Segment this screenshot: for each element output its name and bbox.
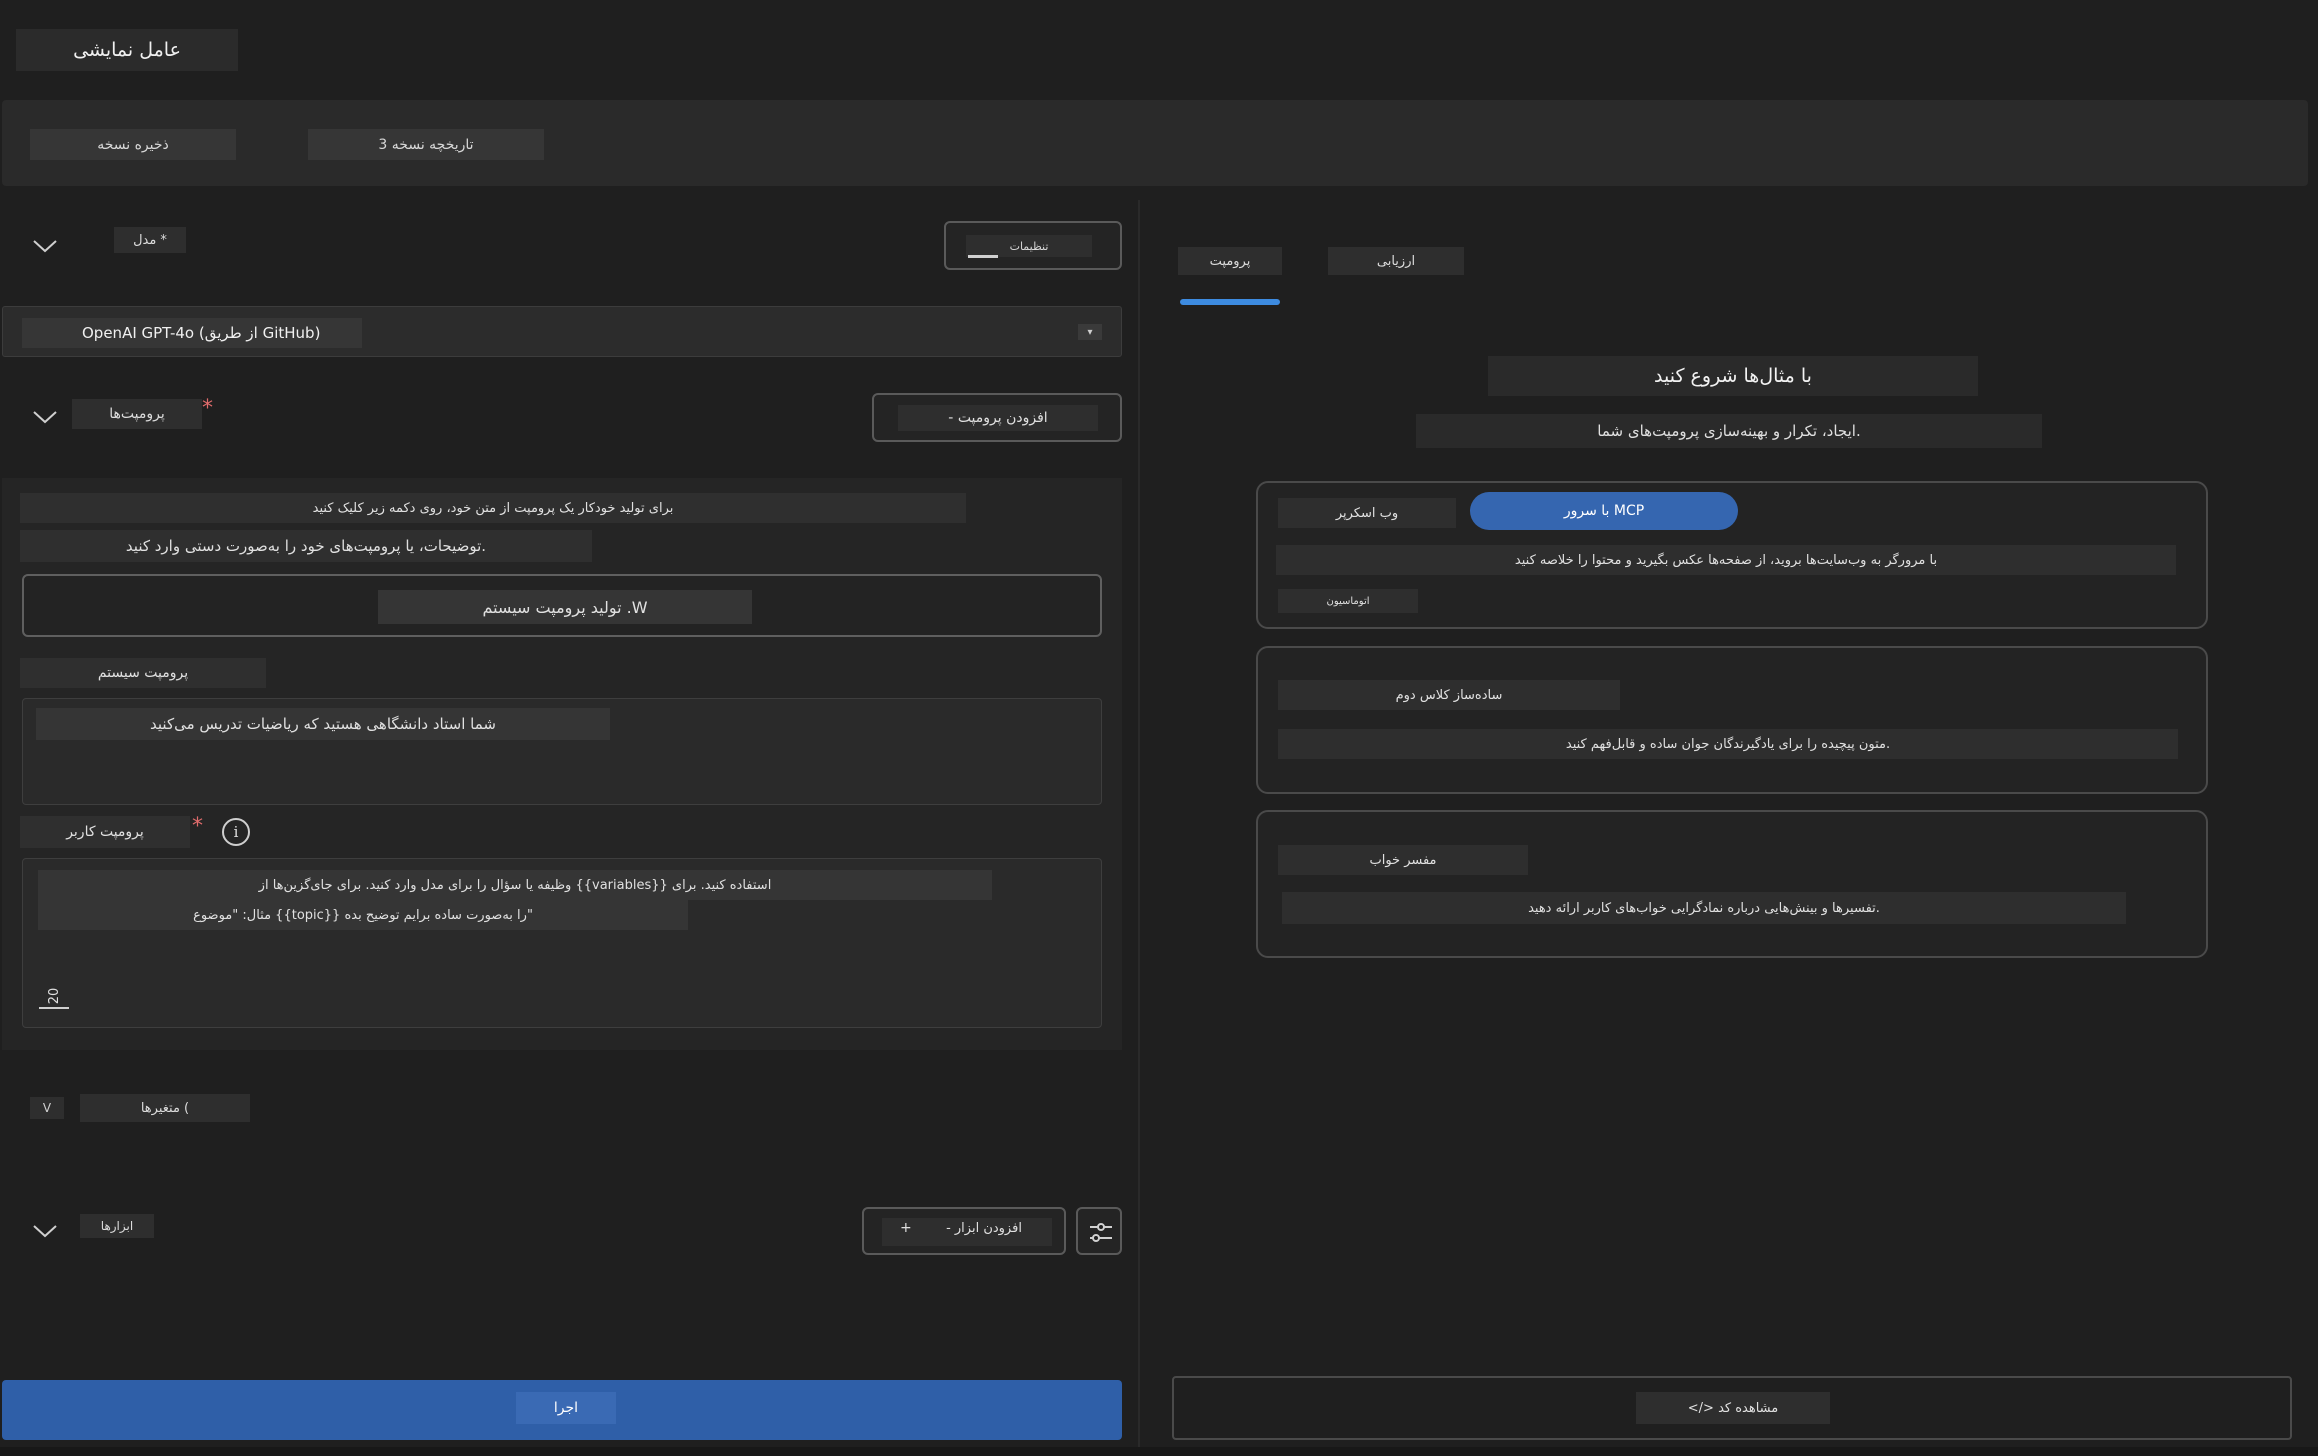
user-prompt-placeholder-line1: وظیفه یا سؤال را برای مدل وارد کنید. برا…: [38, 870, 992, 900]
prompts-collapse-chevron-icon[interactable]: [30, 402, 60, 432]
example-card-simplifier[interactable]: [1256, 646, 2208, 794]
variables-label: متغیرها (: [80, 1094, 250, 1122]
column-divider: [1138, 200, 1140, 1450]
examples-subheading: ایجاد، تکرار و بهینه‌سازی پرومپت‌های شما…: [1416, 414, 2042, 448]
examples-heading: با مثال‌ها شروع کنید: [1488, 356, 1978, 396]
add-prompt-button[interactable]: - افزودن پرومپت: [872, 393, 1122, 442]
tab-evaluation[interactable]: ارزیابی: [1328, 247, 1464, 275]
system-prompt-label: پرومپت سیستم: [20, 658, 266, 688]
sliders-icon: [968, 255, 998, 258]
info-icon[interactable]: i: [222, 818, 250, 846]
plus-icon: +: [900, 1220, 912, 1236]
view-code-label: </> مشاهده کد: [1636, 1392, 1830, 1424]
user-prompt-label: پرومپت کاربر: [20, 816, 190, 848]
card-title: وب اسکرپر: [1278, 498, 1456, 528]
add-tool-label: - افزودن ابزار: [946, 1221, 1022, 1236]
settings-label: تنظیمات: [966, 235, 1092, 257]
status-strip: [0, 1447, 2318, 1456]
model-collapse-chevron-icon[interactable]: [30, 231, 60, 261]
add-tool-button[interactable]: + - افزودن ابزار: [862, 1207, 1066, 1255]
system-prompt-value: شما استاد دانشگاهی هستید که ریاضیات تدری…: [36, 708, 610, 740]
example-card-dream-interpreter[interactable]: [1256, 810, 2208, 958]
token-counter: 20: [39, 985, 69, 1009]
settings-button[interactable]: تنظیمات: [944, 221, 1122, 270]
prompts-required-mark: *: [202, 396, 213, 421]
model-label: مدل *: [114, 227, 186, 253]
tools-collapse-chevron-icon[interactable]: [30, 1216, 60, 1246]
tools-label: ابزارها: [80, 1214, 154, 1238]
mcp-server-badge: با سرور MCP: [1470, 492, 1738, 530]
user-prompt-required-mark: *: [192, 814, 203, 839]
manual-entry-hint: توضیحات، یا پرومپت‌های خود را به‌صورت دس…: [20, 530, 592, 562]
run-button-label: اجرا: [516, 1392, 616, 1424]
version-history-button[interactable]: 3 تاریخچه نسخه: [308, 129, 544, 160]
model-selected-value: OpenAI GPT-4o (از طریق GitHub): [22, 318, 362, 348]
card-title: مفسر خواب: [1278, 845, 1528, 875]
card-description: متون پیچیده را برای یادگیرندگان جوان ساد…: [1278, 729, 2178, 759]
sliders-icon: [1090, 1223, 1112, 1242]
active-tab-indicator: [1180, 299, 1280, 305]
tool-settings-button[interactable]: [1076, 1207, 1122, 1255]
card-description: با مرورگر به وب‌سایت‌ها بروید، از صفحه‌ه…: [1276, 545, 2176, 575]
app-title: عامل نمایشی: [16, 29, 238, 71]
card-tag: اتوماسیون: [1278, 589, 1418, 613]
user-prompt-placeholder-line2: مثال: "موضوع {{topic}} را به‌صورت ساده ب…: [38, 900, 688, 930]
variables-toggle[interactable]: V: [30, 1097, 64, 1119]
save-version-button[interactable]: ذخیره نسخه: [30, 129, 236, 160]
auto-generate-hint: برای تولید خودکار یک پرومپت از متن خود، …: [20, 493, 966, 523]
card-description: تفسیرها و بینش‌هایی درباره نمادگرایی خوا…: [1282, 892, 2126, 924]
tab-prompt[interactable]: پرومپت: [1178, 247, 1282, 275]
prompts-label: پرومپت‌ها: [72, 399, 202, 429]
card-title: ساده‌ساز کلاس دوم: [1278, 680, 1620, 710]
generate-system-prompt-label: تولید پرومپت سیستم .W: [378, 590, 752, 624]
add-prompt-label: - افزودن پرومپت: [898, 405, 1098, 431]
dropdown-chevron-icon: ▾: [1078, 324, 1102, 340]
